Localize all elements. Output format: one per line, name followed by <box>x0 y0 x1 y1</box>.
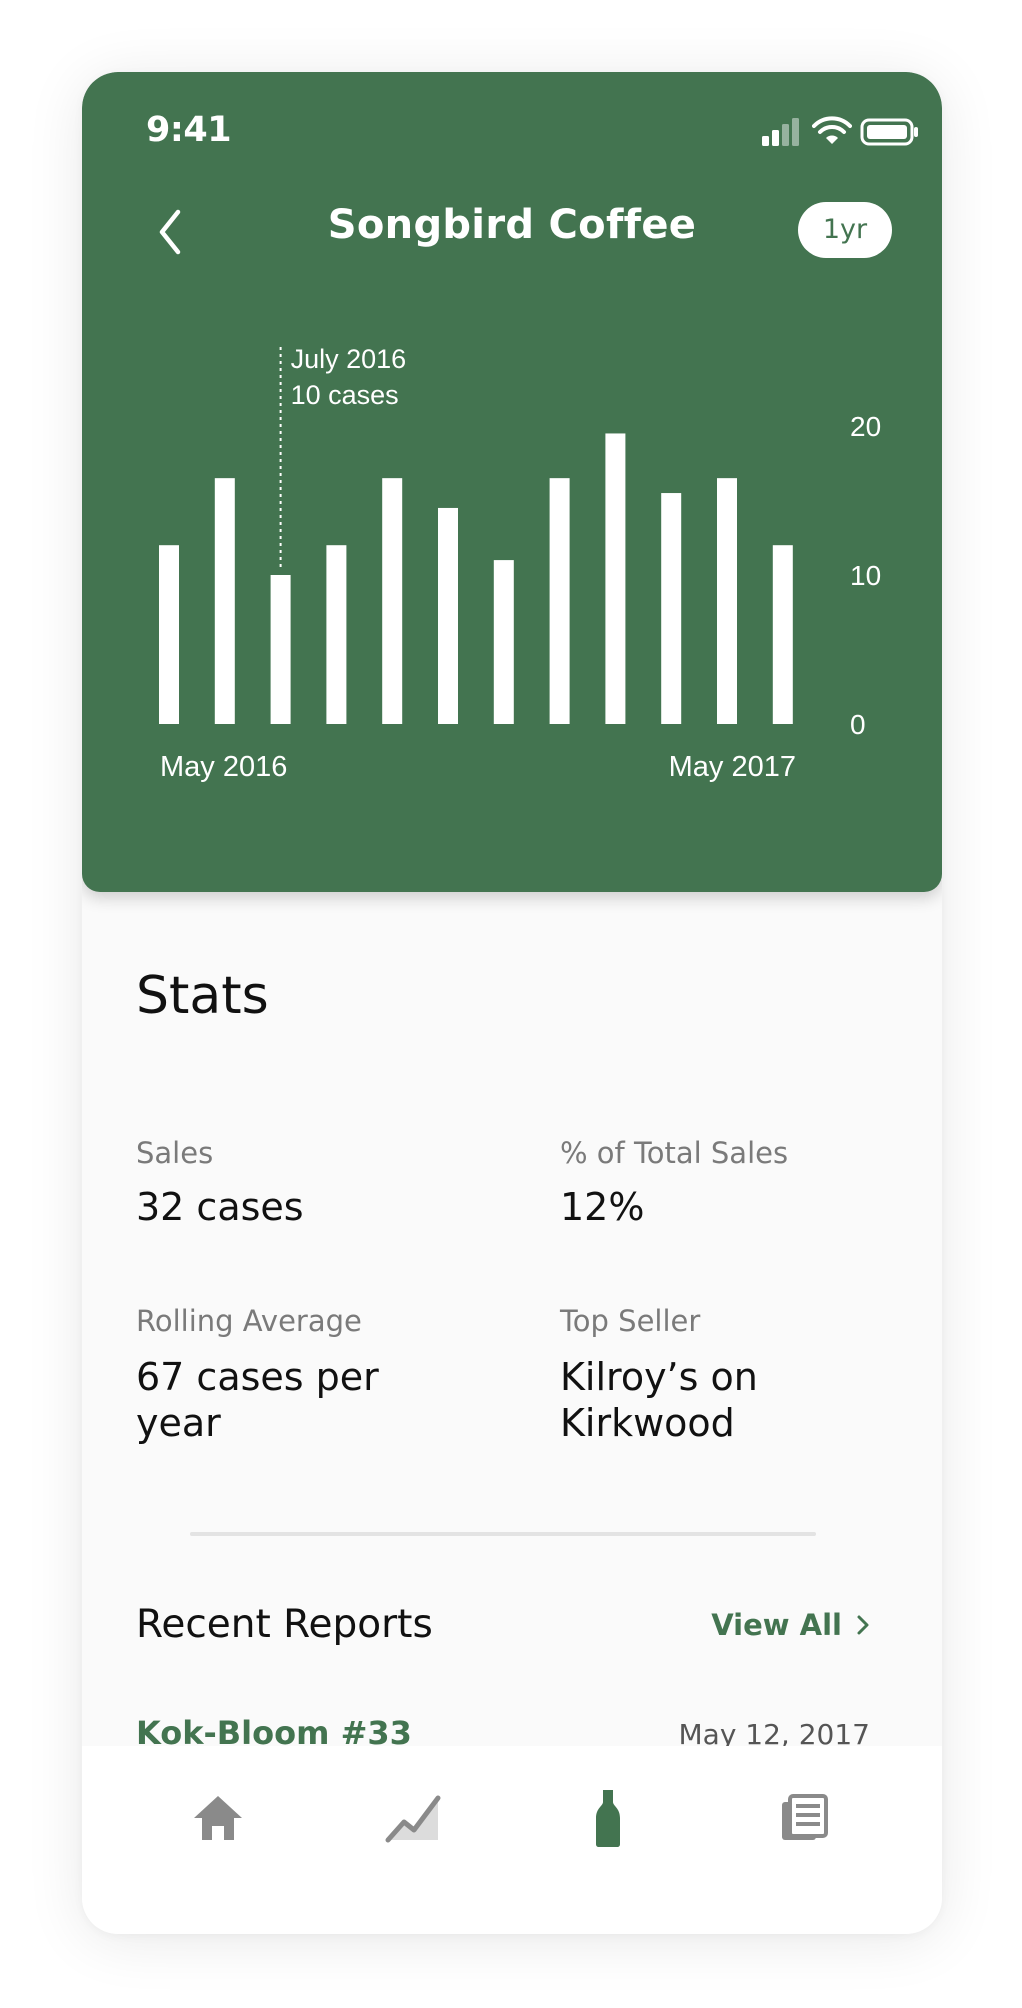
stat-label-sales: Sales <box>136 1136 214 1170</box>
chart-bar[interactable] <box>717 478 737 724</box>
annotation-date: July 2016 <box>291 344 407 374</box>
y-tick-label: 0 <box>850 709 866 740</box>
chart-bar[interactable] <box>214 478 235 724</box>
section-divider <box>190 1532 816 1536</box>
stat-value-total-share: 12% <box>560 1185 645 1229</box>
stats-heading: Stats <box>136 966 269 1026</box>
annotation-value: 10 cases <box>291 380 399 410</box>
x-tick-label-end: May 2017 <box>669 751 796 783</box>
view-all-label: View All <box>711 1608 842 1642</box>
tab-bar <box>82 1746 942 1934</box>
phone-frame: 9:41 Songbird Coffee 1yr 0 10 20 May 201… <box>82 72 942 1934</box>
chart-bar[interactable] <box>382 478 403 724</box>
chart-bar[interactable] <box>438 507 458 724</box>
chart-bar[interactable] <box>661 493 682 724</box>
view-all-link[interactable]: View All <box>711 1608 870 1642</box>
header-card: 9:41 Songbird Coffee 1yr 0 10 20 May 201… <box>82 72 942 892</box>
y-tick-label: 10 <box>850 560 881 591</box>
sales-bar-chart: 0 10 20 May 2016 May 2017 July 2016 10 cases <box>159 344 881 783</box>
chart-bar[interactable] <box>772 545 793 724</box>
stat-label-top-seller: Top Seller <box>560 1304 701 1338</box>
chart-bar[interactable] <box>605 433 626 724</box>
chart-bar[interactable] <box>270 575 291 724</box>
home-icon[interactable] <box>188 1788 248 1848</box>
stat-value-top-seller: Kilroy’s on Kirkwood <box>560 1355 758 1445</box>
reports-icon[interactable] <box>774 1788 834 1848</box>
chart-bar[interactable] <box>159 545 179 724</box>
recent-reports-title: Recent Reports <box>136 1602 433 1647</box>
x-tick-label-start: May 2016 <box>160 751 287 783</box>
stat-value-rolling-average: 67 cases per year <box>136 1355 379 1445</box>
bottle-icon[interactable] <box>578 1788 638 1848</box>
stat-value-sales: 32 cases <box>136 1185 304 1229</box>
stat-label-rolling-average: Rolling Average <box>136 1304 362 1338</box>
chevron-right-icon <box>857 1615 869 1635</box>
trend-chart-icon[interactable] <box>382 1784 446 1848</box>
stat-label-total-share: % of Total Sales <box>560 1136 789 1170</box>
y-tick-label: 20 <box>850 411 881 442</box>
chart-bar[interactable] <box>549 478 570 724</box>
chart-bar[interactable] <box>493 560 514 724</box>
chart-bar[interactable] <box>326 545 347 724</box>
